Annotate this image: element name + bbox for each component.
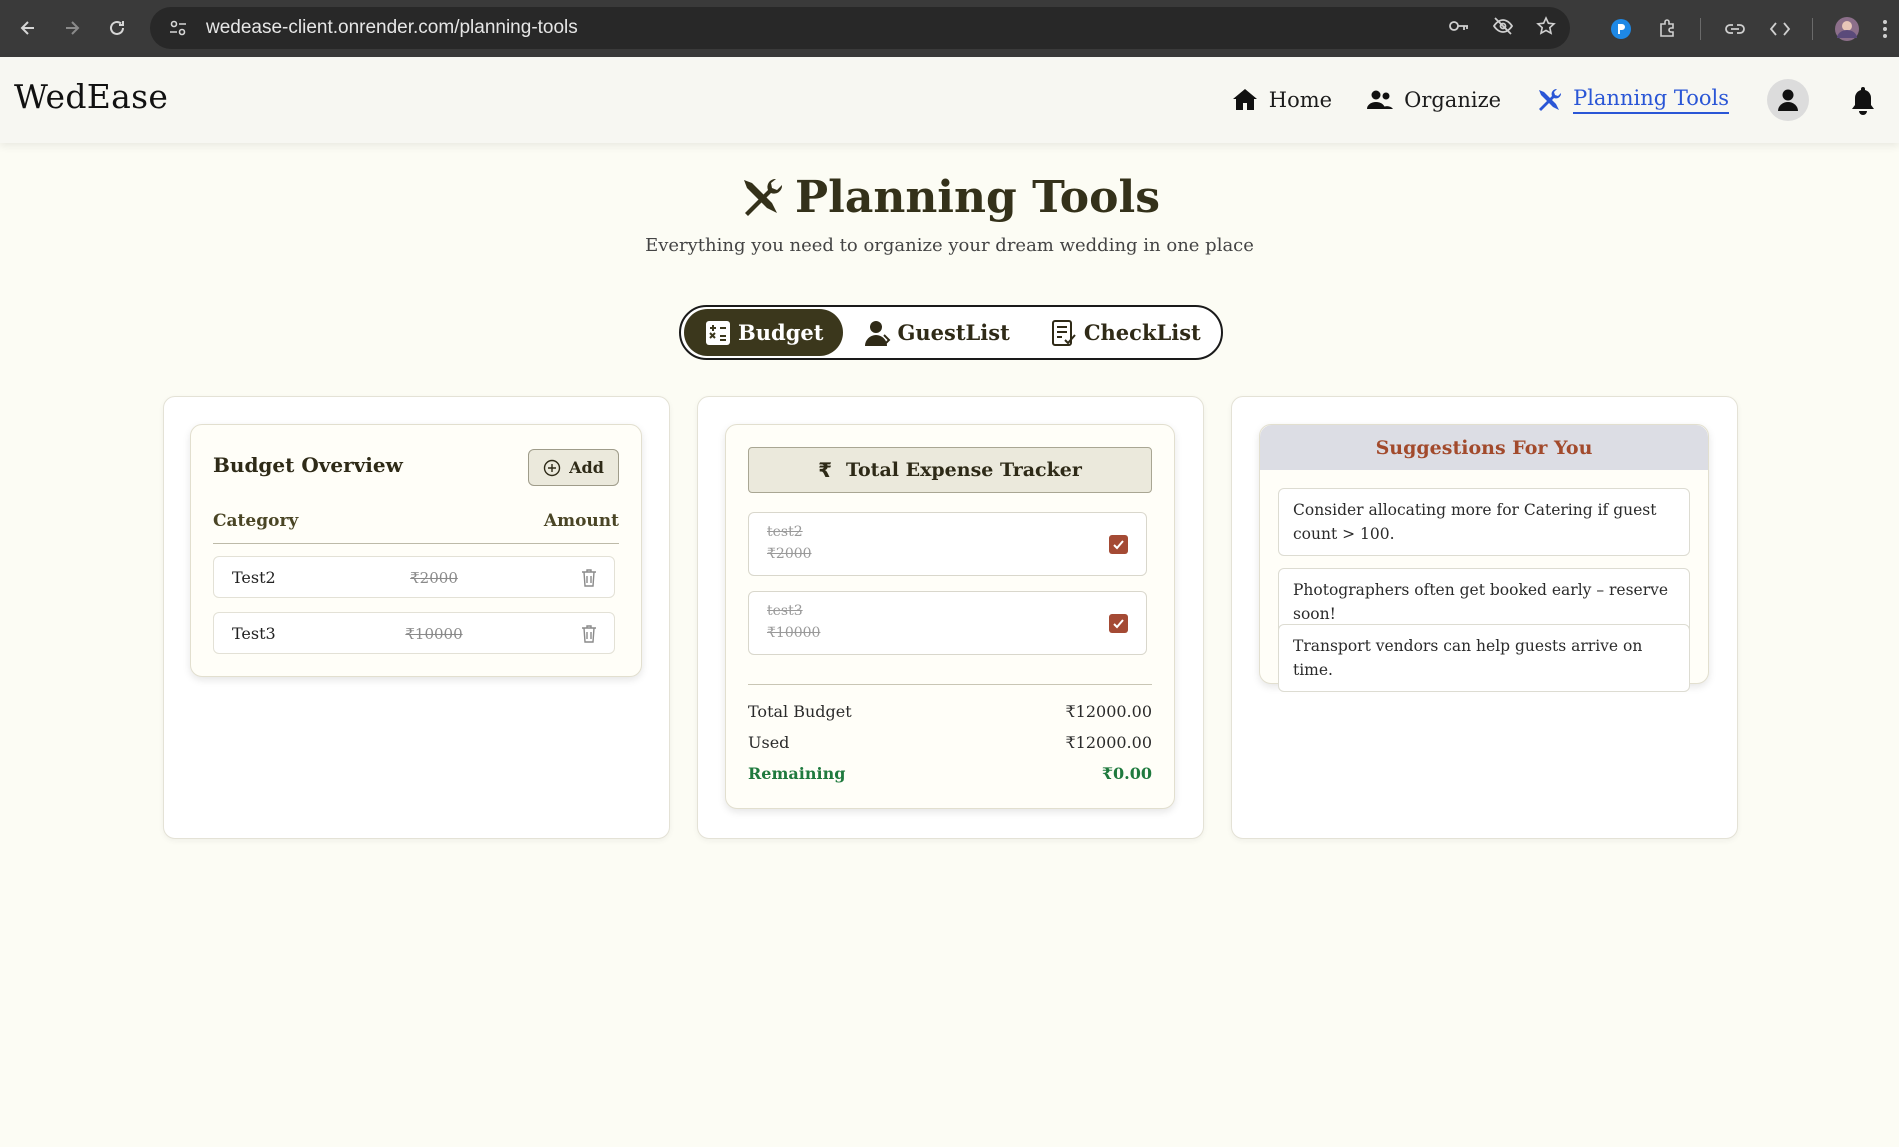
expense-amount: ₹2000 [767, 546, 812, 562]
page-subtitle: Everything you need to organize your dre… [645, 235, 1254, 256]
site-settings-icon[interactable] [168, 17, 190, 39]
divider [748, 684, 1152, 685]
guest-icon [865, 320, 891, 346]
total-budget-label: Total Budget [748, 702, 852, 721]
trash-icon[interactable] [580, 568, 598, 588]
reload-icon[interactable] [95, 6, 139, 50]
tab-checklist[interactable]: CheckList [1030, 309, 1221, 356]
forward-icon[interactable] [50, 6, 94, 50]
tab-checklist-label: CheckList [1083, 320, 1201, 345]
check-icon [1113, 619, 1124, 629]
add-button-label: Add [569, 458, 604, 477]
suggestion-item: Transport vendors can help guests arrive… [1278, 624, 1690, 692]
link-icon[interactable] [1724, 0, 1746, 57]
expense-name: test3 [767, 603, 803, 619]
tab-guestlist-label: GuestList [897, 320, 1010, 345]
expense-amount: ₹10000 [767, 625, 821, 641]
rupee-icon: ₹ [818, 458, 833, 482]
user-icon [1778, 89, 1798, 111]
column-category: Category [213, 511, 299, 531]
nav-home[interactable]: Home [1231, 86, 1332, 114]
page-title-text: Planning Tools [795, 172, 1160, 223]
tab-budget-label: Budget [738, 320, 824, 345]
tools-icon [744, 178, 783, 216]
notifications-button[interactable] [1849, 85, 1879, 115]
key-icon[interactable] [1448, 18, 1470, 38]
nav-organize-label: Organize [1404, 88, 1502, 112]
brand-logo[interactable]: WedEase [14, 77, 168, 116]
suggestions-panel: Suggestions For You Consider allocating … [1231, 396, 1738, 839]
trash-icon[interactable] [580, 624, 598, 644]
used-row: Used ₹12000.00 [748, 733, 1152, 752]
nav-home-label: Home [1268, 88, 1333, 112]
app-header: WedEase Home Organize Planning Tools [0, 57, 1899, 143]
url-text[interactable]: wedease-client.onrender.com/planning-too… [206, 17, 578, 39]
column-amount: Amount [543, 511, 619, 531]
nav-organize[interactable]: Organize [1366, 86, 1501, 114]
code-icon[interactable] [1769, 0, 1791, 57]
remaining-value: ₹0.00 [1101, 764, 1152, 783]
users-icon [1367, 90, 1394, 109]
browser-toolbar: wedease-client.onrender.com/planning-too… [0, 0, 1899, 57]
budget-overview-card: Budget Overview Add Category Amount Test… [190, 424, 642, 677]
checklist-icon [1051, 319, 1076, 346]
main-nav: Home Organize Planning Tools [1231, 57, 1899, 143]
remaining-row: Remaining ₹0.00 [748, 764, 1152, 783]
budget-panel: Budget Overview Add Category Amount Test… [163, 396, 670, 839]
expense-tracker-title: Total Expense Tracker [846, 459, 1082, 481]
remaining-label: Remaining [748, 764, 846, 783]
row-amount: ₹2000 [410, 569, 458, 587]
expense-panel: ₹ Total Expense Tracker test2 ₹2000 test… [697, 396, 1204, 839]
table-row: Test3 ₹10000 [213, 612, 615, 654]
expense-paid-checkbox[interactable] [1109, 535, 1128, 554]
puzzle-icon[interactable] [1657, 0, 1679, 57]
row-category: Test2 [232, 568, 276, 587]
calculator-icon [706, 320, 730, 345]
suggestion-item: Consider allocating more for Catering if… [1278, 488, 1690, 556]
expense-tracker-card: ₹ Total Expense Tracker test2 ₹2000 test… [725, 424, 1175, 809]
add-category-button[interactable]: Add [528, 449, 619, 486]
bell-icon [1852, 87, 1874, 115]
suggestions-title: Suggestions For You [1260, 425, 1708, 470]
extension-icon[interactable] [1610, 0, 1632, 57]
page-title: Planning Tools [0, 172, 1899, 223]
divider [213, 543, 619, 544]
used-value: ₹12000.00 [1065, 733, 1152, 752]
total-budget-value: ₹12000.00 [1065, 702, 1152, 721]
check-icon [1113, 540, 1124, 550]
nav-planning-tools-label: Planning Tools [1573, 86, 1729, 114]
used-label: Used [748, 733, 790, 752]
eye-off-icon[interactable] [1492, 17, 1514, 39]
expense-item: test3 ₹10000 [748, 591, 1147, 655]
user-avatar[interactable] [1767, 79, 1809, 121]
expense-name: test2 [767, 524, 803, 540]
home-icon [1232, 89, 1257, 110]
tab-guestlist[interactable]: GuestList [843, 309, 1029, 356]
profile-avatar[interactable] [1834, 0, 1860, 57]
address-bar[interactable]: wedease-client.onrender.com/planning-too… [150, 7, 1570, 49]
tool-tabs: Budget GuestList CheckList [679, 305, 1223, 360]
star-icon[interactable] [1536, 16, 1556, 40]
back-icon[interactable] [6, 6, 50, 50]
plus-circle-icon [543, 459, 561, 476]
row-category: Test3 [232, 624, 276, 643]
suggestions-card: Suggestions For You Consider allocating … [1259, 424, 1709, 692]
table-row: Test2 ₹2000 [213, 556, 615, 598]
total-budget-row: Total Budget ₹12000.00 [748, 702, 1152, 721]
expense-tracker-header: ₹ Total Expense Tracker [748, 447, 1152, 493]
menu-icon[interactable] [1882, 0, 1888, 57]
expense-paid-checkbox[interactable] [1109, 614, 1128, 633]
expense-item: test2 ₹2000 [748, 512, 1147, 576]
budget-overview-title: Budget Overview [213, 453, 403, 477]
tab-budget[interactable]: Budget [684, 309, 844, 356]
tools-icon [1539, 88, 1562, 111]
row-amount: ₹10000 [405, 625, 463, 643]
nav-planning-tools[interactable]: Planning Tools [1535, 86, 1729, 114]
